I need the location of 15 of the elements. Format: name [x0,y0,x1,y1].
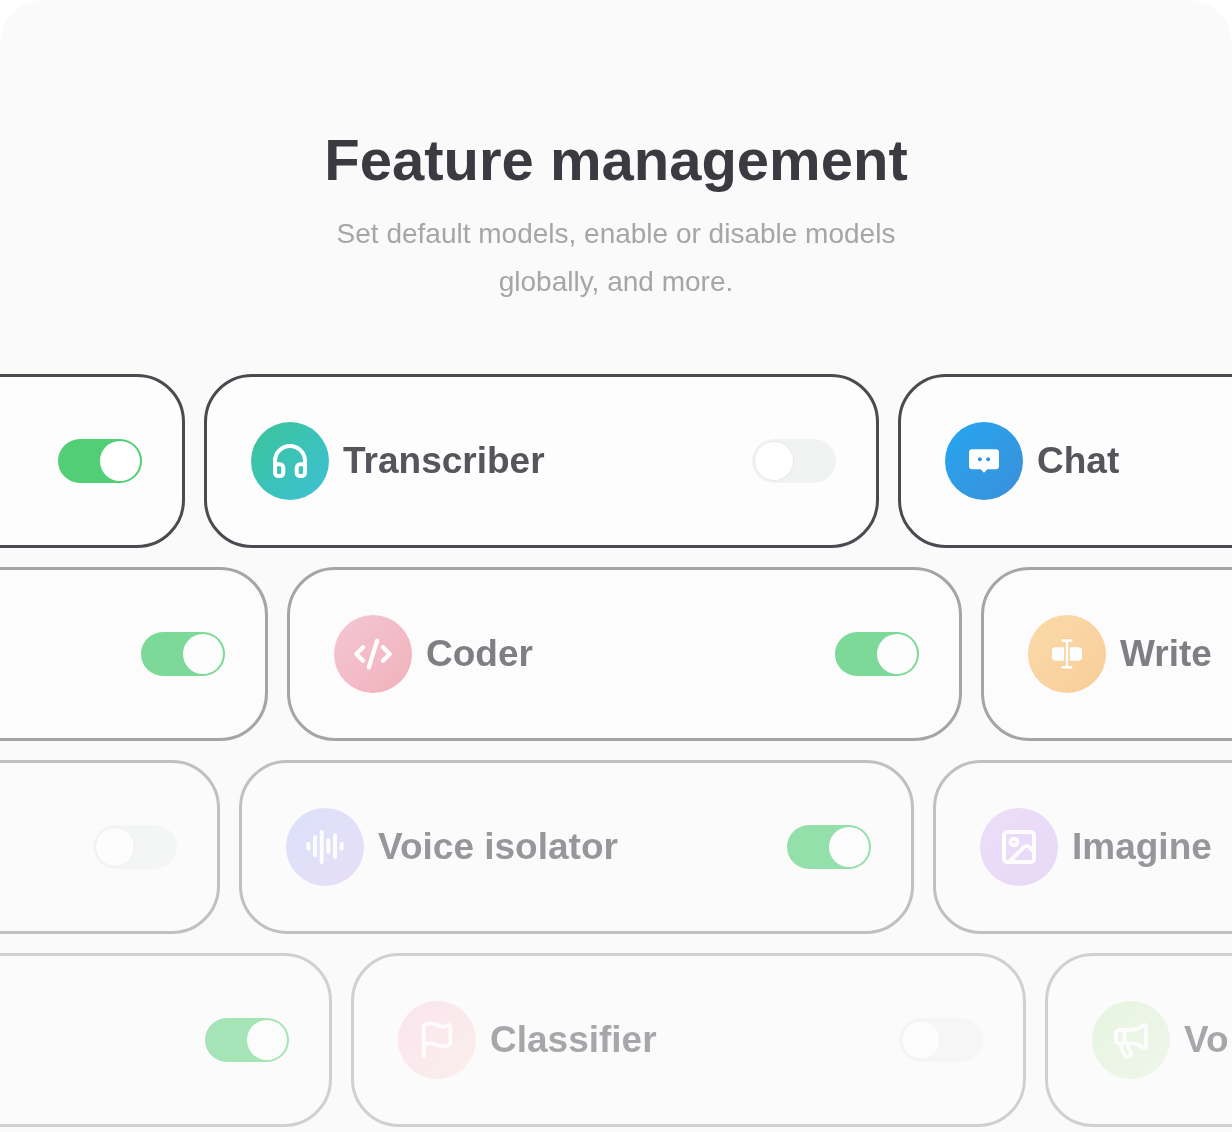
toggle-switch[interactable] [835,632,919,676]
feature-name: Write [1120,632,1212,677]
toggle-switch[interactable] [205,1018,289,1062]
feature-name: Imagine [1072,825,1212,870]
feature-name: Transcriber [343,439,545,484]
toggle-switch[interactable] [787,825,871,869]
feature-name: Vo [1184,1018,1229,1063]
toggle-switch[interactable] [141,632,225,676]
feature-name: Coder [426,632,533,677]
feature-name: Voice isolator [378,825,618,870]
feature-name: Chat [1037,439,1120,484]
page-title: Feature management [324,126,908,194]
toggle-switch[interactable] [58,439,142,483]
page-subtitle: Set default models, enable or disable models globally, and more. [335,217,897,299]
feature-name: Classifier [490,1018,657,1063]
